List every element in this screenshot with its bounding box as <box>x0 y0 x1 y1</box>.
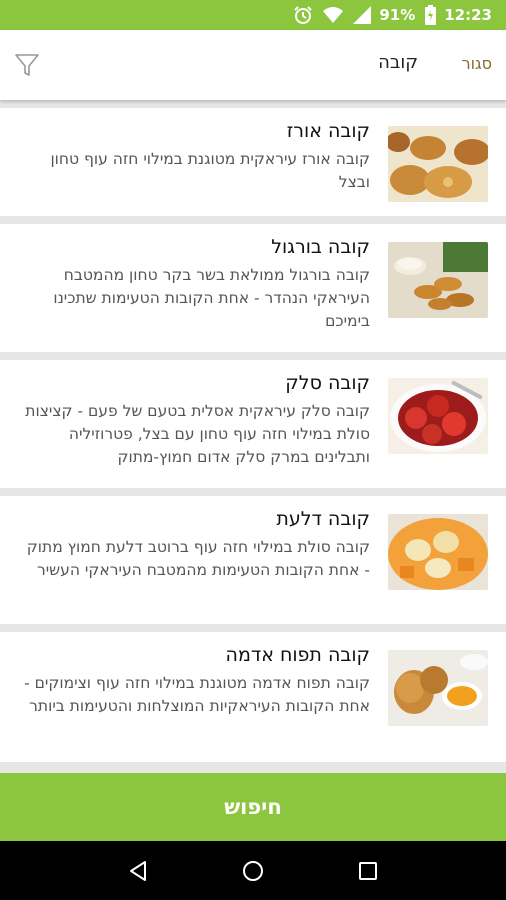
item-title: קובה דלעת <box>276 508 370 530</box>
item-description: קובה תפוח אדמה מטוגנת במילוי חזה עוף וצי… <box>24 674 370 715</box>
signal-icon <box>353 6 372 24</box>
search-query[interactable]: קובה <box>378 52 418 73</box>
fried-kubbeh-photo <box>388 126 488 202</box>
search-button[interactable]: חיפוש <box>0 773 506 841</box>
search-header: קובה סגור <box>0 30 506 100</box>
item-description: קובה סולת במילוי חזה עוף ברוטב דלעת חמוץ… <box>26 538 370 579</box>
filter-icon[interactable] <box>14 52 40 78</box>
item-title: קובה סלק <box>285 372 370 394</box>
alarm-icon <box>293 5 313 25</box>
list-item[interactable]: קובה דלעת קובה סולת במילוי חזה עוף ברוטב… <box>0 496 506 624</box>
wifi-icon <box>323 6 344 24</box>
item-description: קובה סלק עיראקית אסלית בטעם של פעם - קצי… <box>25 402 370 466</box>
kubbeh-burgul-photo <box>388 242 488 318</box>
close-button[interactable]: סגור <box>462 54 492 73</box>
item-title: קובה תפוח אדמה <box>225 644 370 666</box>
item-title: קובה בורגול <box>271 236 370 258</box>
list-item[interactable]: קובה אורז קובה אורז עיראקית מטוגנת במילו… <box>0 108 506 216</box>
item-description: קובה אורז עיראקית מטוגנת במילוי חזה עוף … <box>50 150 370 191</box>
recents-icon[interactable] <box>348 851 388 891</box>
item-title: קובה אורז <box>286 120 370 142</box>
potato-kubbeh-photo <box>388 650 488 726</box>
item-description: קובה בורגול ממולאת בשר בקר טחון מהמטבח ה… <box>53 266 370 330</box>
battery-percent: 91% <box>379 6 416 24</box>
pumpkin-kubbeh-photo <box>388 514 488 590</box>
beet-kubbeh-soup-photo <box>388 378 488 454</box>
back-icon[interactable] <box>118 851 158 891</box>
clock: 12:23 <box>444 6 492 24</box>
list-item[interactable]: קובה תפוח אדמה קובה תפוח אדמה מטוגנת במי… <box>0 632 506 762</box>
battery-icon <box>425 5 437 25</box>
status-bar: 91% 12:23 <box>0 0 506 30</box>
home-icon[interactable] <box>233 851 273 891</box>
navigation-bar <box>0 841 506 900</box>
list-item[interactable]: קובה בורגול קובה בורגול ממולאת בשר בקר ט… <box>0 224 506 352</box>
list-item[interactable]: קובה סלק קובה סלק עיראקית אסלית בטעם של … <box>0 360 506 488</box>
